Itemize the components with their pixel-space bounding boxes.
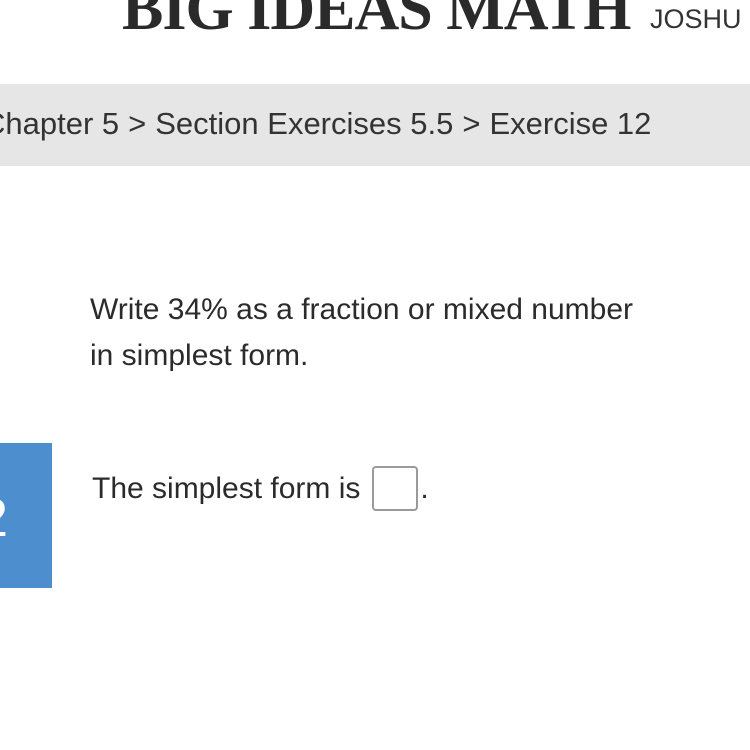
answer-prefix: The simplest form is bbox=[92, 471, 361, 505]
step-number: 2 bbox=[0, 487, 8, 549]
breadcrumb-separator: > bbox=[462, 106, 481, 141]
logo-text: BIG IDEAS MATH bbox=[122, 0, 631, 43]
breadcrumb-chapter[interactable]: Chapter 5 bbox=[0, 106, 119, 141]
step-number-badge: 2 bbox=[0, 443, 52, 588]
breadcrumb: Chapter 5>Section Exercises 5.5>Exercise… bbox=[0, 106, 651, 142]
question-prompt: Write 34% as a fraction or mixed number … bbox=[90, 293, 634, 372]
big-ideas-math-logo[interactable]: BIG IDEAS MATH bbox=[122, 0, 631, 40]
answer-suffix: . bbox=[420, 471, 429, 505]
breadcrumb-exercise: Exercise 12 bbox=[489, 106, 652, 141]
breadcrumb-section[interactable]: Section Exercises 5.5 bbox=[155, 106, 453, 141]
breadcrumb-bar: Chapter 5>Section Exercises 5.5>Exercise… bbox=[0, 84, 750, 166]
answer-line: The simplest form is . bbox=[92, 466, 429, 511]
answer-input-box[interactable] bbox=[372, 466, 419, 511]
breadcrumb-separator: > bbox=[128, 106, 147, 141]
user-name[interactable]: JOSHU bbox=[650, 4, 742, 35]
